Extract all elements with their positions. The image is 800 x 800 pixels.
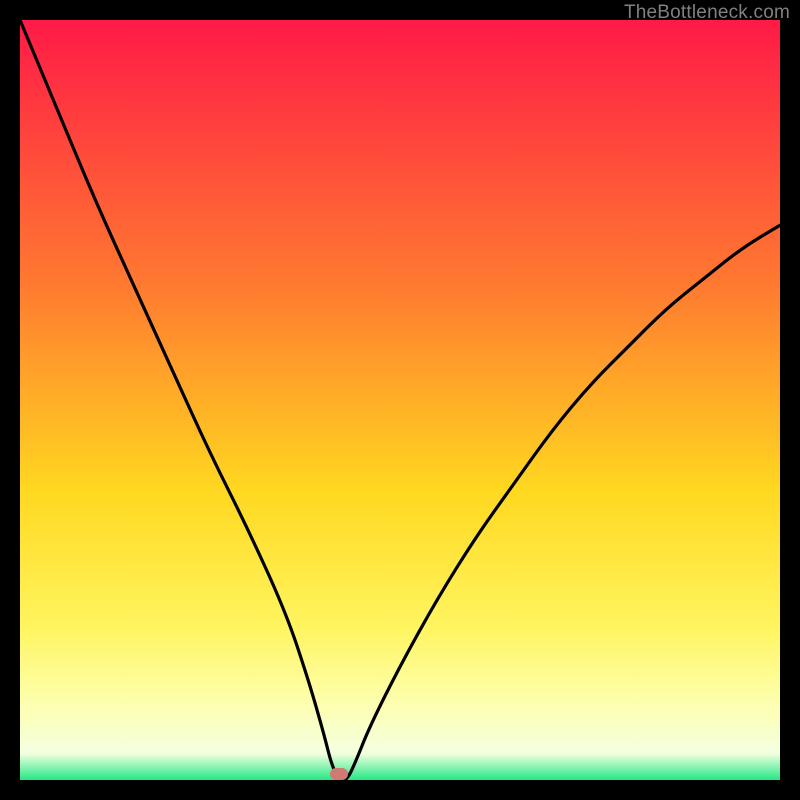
notch-marker [330,768,348,780]
attribution-text: TheBottleneck.com [624,2,790,24]
chart-frame: TheBottleneck.com [0,0,800,800]
bottleneck-curve [20,20,780,780]
plot-area [20,20,780,780]
